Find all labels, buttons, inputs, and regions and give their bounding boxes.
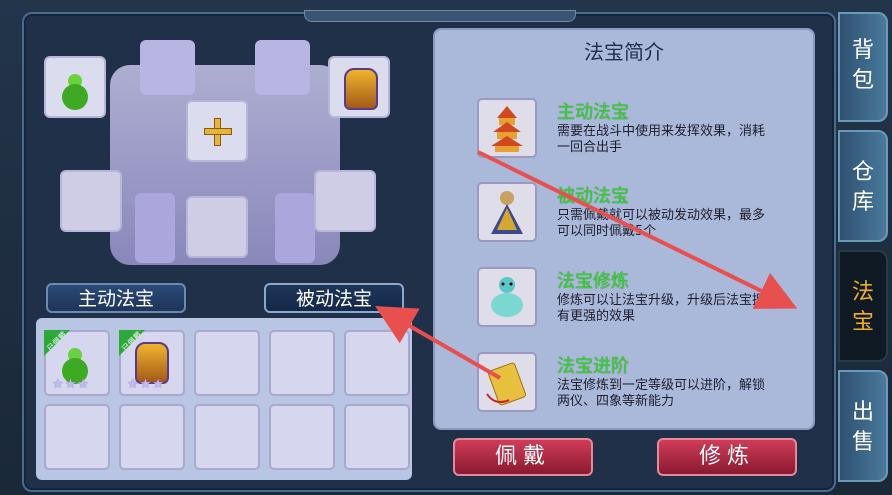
arrow-to-passive-tab [375,306,501,380]
arrow-to-treasure-tab [477,150,798,309]
annotation-arrows [375,150,798,380]
game-window: 主动法宝 被动法宝 已佩戴 ★★★ 已佩戴 ★★★ 法宝简介 主动法宝 需要在战… [0,0,892,495]
